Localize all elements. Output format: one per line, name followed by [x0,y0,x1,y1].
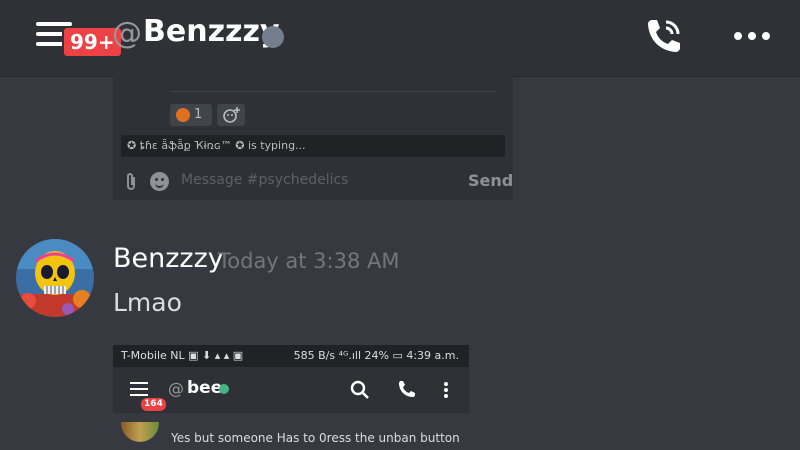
screenshot-header: 164 @ bee [113,367,469,413]
skull-avatar-image [16,239,94,317]
notification-badge: 164 [141,398,166,411]
reaction-emoji-icon [176,108,190,122]
add-reaction-icon [223,107,240,123]
message-timestamp: Today at 3:38 AM [218,249,400,273]
page-title: Benzzzy [143,14,280,49]
more-options-icon [444,382,448,398]
phone-icon [396,379,418,405]
status-indicator [262,26,284,48]
at-symbol: @ [112,16,142,51]
search-icon [349,379,371,405]
reaction-count: 1 [194,107,203,122]
attached-screenshot[interactable]: T-Mobile NL ▣ ⬇ ▴ ▴ ▣ 585 B/s ⁴ᴳ.ıll 24%… [113,345,469,450]
screenshot-avatar [121,422,159,442]
avatar[interactable] [16,239,94,317]
screenshot-title: bee [187,378,223,398]
typing-indicator: ✪ ȶɦɛ ǟֆǟք Ҡɨռɢ™ ✪ is typing... [121,135,505,157]
hamburger-menu-icon [130,382,150,397]
screenshot-message-text: Yes but someone Has to 0ress the unban b… [171,431,460,445]
message-input[interactable]: Message #psychedelics [181,172,348,188]
divider [171,91,496,92]
add-reaction-button[interactable] [217,104,245,126]
attachment-icon[interactable] [123,172,139,196]
phone-status-bar: T-Mobile NL ▣ ⬇ ▴ ▴ ▣ 585 B/s ⁴ᴳ.ıll 24%… [113,345,469,367]
reaction-button[interactable]: 1 [170,104,212,126]
at-symbol: @ [168,379,184,398]
message-author[interactable]: Benzzzy [113,243,224,274]
top-bar: 99+ @ Benzzzy [0,0,800,77]
more-options-icon[interactable] [734,32,770,40]
phone-call-icon [648,20,680,52]
status-bar-left: T-Mobile NL ▣ ⬇ ▴ ▴ ▣ [121,349,244,362]
send-button[interactable]: Send [468,171,513,190]
emoji-icon[interactable] [150,172,169,191]
call-icon[interactable] [640,14,686,60]
embedded-image[interactable]: 1 ✪ ȶɦɛ ǟֆǟք Ҡɨռɢ™ ✪ is typing... Messag… [113,76,513,200]
status-bar-right: 585 B/s ⁴ᴳ.ıll 24% ▭ 4:39 a.m. [293,349,459,362]
online-status-indicator [219,384,229,394]
message-text: Lmao [113,288,182,317]
